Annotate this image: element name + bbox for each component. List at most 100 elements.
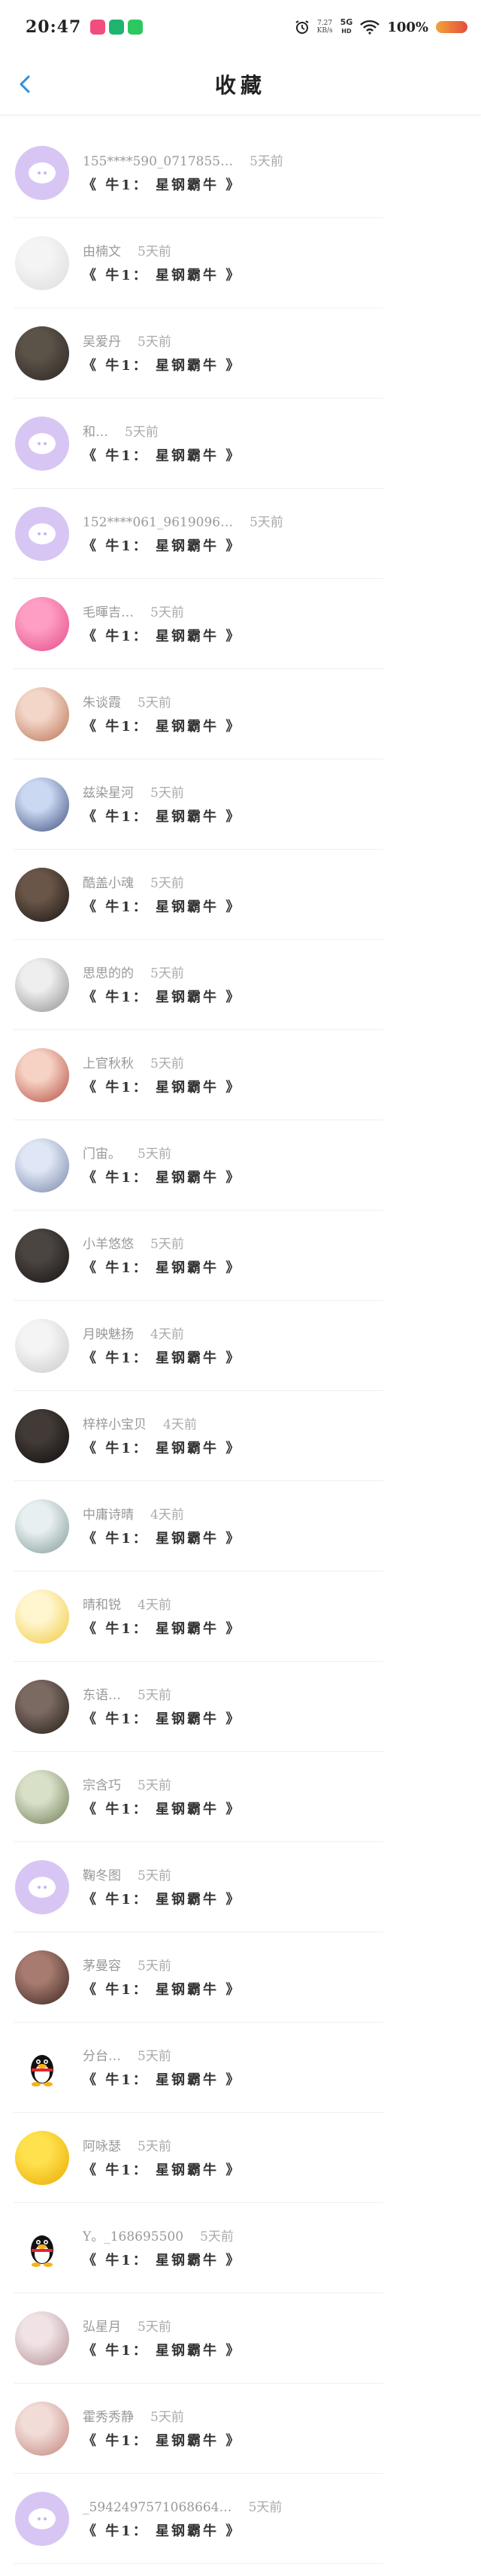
author-name: Y。_168695500 <box>83 2229 184 2244</box>
user-avatar[interactable] <box>15 597 69 651</box>
list-item[interactable]: Y。_168695500 5天前《 牛1： 星钢霸牛 》 <box>14 2203 383 2293</box>
user-avatar[interactable] <box>15 687 69 741</box>
list-item[interactable]: 阿咏瑟 5天前《 牛1： 星钢霸牛 》 <box>14 2113 383 2203</box>
default-avatar-icon[interactable] <box>15 2492 69 2546</box>
user-avatar[interactable] <box>15 958 69 1012</box>
list-item[interactable]: 霍秀秀静 5天前《 牛1： 星钢霸牛 》 <box>14 2384 383 2474</box>
time-ago: 5天前 <box>150 966 184 981</box>
favorite-title[interactable]: 《 牛1： 星钢霸牛 》 <box>83 986 241 1006</box>
author-name: 晴和锐 <box>83 1598 121 1613</box>
list-item[interactable]: 小羊悠悠 5天前《 牛1： 星钢霸牛 》 <box>14 1211 383 1301</box>
phone-notification-icon <box>109 20 125 35</box>
favorite-title[interactable]: 《 牛1： 星钢霸牛 》 <box>83 445 241 465</box>
list-item[interactable]: 梓梓小宝贝 4天前《 牛1： 星钢霸牛 》 <box>14 1391 383 1481</box>
favorite-title[interactable]: 《 牛1： 星钢霸牛 》 <box>83 1167 241 1186</box>
list-item[interactable]: 上官秋秋 5天前《 牛1： 星钢霸牛 》 <box>14 1030 383 1120</box>
list-item[interactable]: 吴爱丹 5天前《 牛1： 星钢霸牛 》 <box>14 308 383 399</box>
list-item[interactable]: 晴和锐 4天前《 牛1： 星钢霸牛 》 <box>14 1571 383 1662</box>
author-name: 中庸诗晴 <box>83 1508 134 1523</box>
time-ago: 5天前 <box>150 786 184 801</box>
user-avatar[interactable] <box>15 326 69 380</box>
user-avatar[interactable] <box>15 1319 69 1373</box>
favorite-title[interactable]: 《 牛1： 星钢霸牛 》 <box>83 1347 241 1367</box>
user-avatar[interactable] <box>15 2402 69 2456</box>
favorite-title[interactable]: 《 牛1： 星钢霸牛 》 <box>83 1528 241 1547</box>
list-item[interactable]: 思思的的 5天前《 牛1： 星钢霸牛 》 <box>14 940 383 1030</box>
author-line: 和… 5天前 <box>83 421 159 440</box>
favorite-title[interactable]: 《 牛1： 星钢霸牛 》 <box>83 1618 241 1638</box>
penguin-avatar-icon[interactable] <box>15 2041 69 2095</box>
user-avatar[interactable] <box>15 1409 69 1463</box>
author-line: 霍秀秀静 5天前 <box>83 2406 184 2425</box>
list-item[interactable]: 鞠冬图 5天前《 牛1： 星钢霸牛 》 <box>14 1842 383 1932</box>
list-item[interactable]: 茅曼容 5天前《 牛1： 星钢霸牛 》 <box>14 1932 383 2023</box>
user-avatar[interactable] <box>15 868 69 922</box>
user-avatar[interactable] <box>15 777 69 832</box>
user-avatar[interactable] <box>15 1048 69 1102</box>
app-notification-icon <box>90 20 106 35</box>
list-item[interactable]: 宗含巧 5天前《 牛1： 星钢霸牛 》 <box>14 1752 383 1842</box>
favorite-title[interactable]: 《 牛1： 星钢霸牛 》 <box>83 1799 241 1818</box>
list-item[interactable]: 分台… 5天前《 牛1： 星钢霸牛 》 <box>14 2023 383 2113</box>
user-avatar[interactable] <box>15 1950 69 2005</box>
favorite-title[interactable]: 《 牛1： 星钢霸牛 》 <box>83 1708 241 1728</box>
user-avatar[interactable] <box>15 236 69 290</box>
author-name: 月映魅扬 <box>83 1327 134 1342</box>
net-speed-unit: KB/s <box>316 27 333 35</box>
list-item[interactable]: 毛暉吉… 5天前《 牛1： 星钢霸牛 》 <box>14 579 383 669</box>
penguin-avatar-icon[interactable] <box>15 2221 69 2275</box>
default-avatar-icon[interactable] <box>15 507 69 561</box>
list-item[interactable]: 东语… 5天前《 牛1： 星钢霸牛 》 <box>14 1662 383 1752</box>
list-item[interactable]: 和… 5天前《 牛1： 星钢霸牛 》 <box>14 399 383 489</box>
user-avatar[interactable] <box>15 1770 69 1824</box>
favorite-title[interactable]: 《 牛1： 星钢霸牛 》 <box>83 896 241 916</box>
user-avatar[interactable] <box>15 1499 69 1553</box>
list-item[interactable]: 由楠文 5天前《 牛1： 星钢霸牛 》 <box>14 218 383 308</box>
user-avatar[interactable] <box>15 1138 69 1193</box>
default-avatar-icon[interactable] <box>15 417 69 471</box>
author-line: 上官秋秋 5天前 <box>83 1053 184 1071</box>
favorite-title[interactable]: 《 牛1： 星钢霸牛 》 <box>83 2520 241 2540</box>
list-item[interactable]: 酷盖小魂 5天前《 牛1： 星钢霸牛 》 <box>14 850 383 940</box>
favorite-title[interactable]: 《 牛1： 星钢霸牛 》 <box>83 716 241 735</box>
favorite-title[interactable]: 《 牛1： 星钢霸牛 》 <box>83 355 241 374</box>
penguin-icon <box>31 2235 53 2267</box>
favorite-title[interactable]: 《 牛1： 星钢霸牛 》 <box>83 806 241 826</box>
favorite-title[interactable]: 《 牛1： 星钢霸牛 》 <box>83 174 241 194</box>
author-name: 东语… <box>83 1688 121 1703</box>
favorite-title[interactable]: 《 牛1： 星钢霸牛 》 <box>83 1077 241 1096</box>
list-item[interactable]: 门宙。 5天前《 牛1： 星钢霸牛 》 <box>14 1120 383 1211</box>
favorite-title[interactable]: 《 牛1： 星钢霸牛 》 <box>83 535 241 555</box>
user-avatar[interactable] <box>15 2311 69 2365</box>
favorite-title[interactable]: 《 牛1： 星钢霸牛 》 <box>83 2340 241 2359</box>
list-item[interactable]: 弘星月 5天前《 牛1： 星钢霸牛 》 <box>14 2293 383 2384</box>
list-item[interactable]: 兹染星河 5天前《 牛1： 星钢霸牛 》 <box>14 759 383 850</box>
favorite-title[interactable]: 《 牛1： 星钢霸牛 》 <box>83 265 241 284</box>
user-avatar[interactable] <box>15 1229 69 1283</box>
list-item[interactable]: 155****590_0717855… 5天前《 牛1： 星钢霸牛 》 <box>14 128 383 218</box>
favorite-title[interactable]: 《 牛1： 星钢霸牛 》 <box>83 626 241 645</box>
favorite-title[interactable]: 《 牛1： 星钢霸牛 》 <box>83 1438 241 1457</box>
favorite-title[interactable]: 《 牛1： 星钢霸牛 》 <box>83 2159 241 2179</box>
user-avatar[interactable] <box>15 1590 69 1644</box>
favorite-title[interactable]: 《 牛1： 星钢霸牛 》 <box>83 2250 241 2269</box>
list-item[interactable]: 月映魅扬 4天前《 牛1： 星钢霸牛 》 <box>14 1301 383 1391</box>
favorite-title[interactable]: 《 牛1： 星钢霸牛 》 <box>83 1979 241 1999</box>
default-avatar-icon[interactable] <box>15 146 69 200</box>
list-item[interactable]: 朱谈霞 5天前《 牛1： 星钢霸牛 》 <box>14 669 383 759</box>
author-line: 梓梓小宝贝 4天前 <box>83 1414 197 1432</box>
author-line: Y。_168695500 5天前 <box>83 2226 234 2244</box>
list-item[interactable]: _5942497571068664… 5天前《 牛1： 星钢霸牛 》 <box>14 2474 383 2564</box>
list-item[interactable]: 中庸诗晴 4天前《 牛1： 星钢霸牛 》 <box>14 1481 383 1571</box>
back-button[interactable] <box>12 71 39 98</box>
time-ago: 5天前 <box>150 876 184 891</box>
list-item[interactable]: 152****061_9619096… 5天前《 牛1： 星钢霸牛 》 <box>14 489 383 579</box>
user-avatar[interactable] <box>15 2131 69 2185</box>
favorite-title[interactable]: 《 牛1： 星钢霸牛 》 <box>83 2069 241 2089</box>
default-avatar-icon[interactable] <box>15 1860 69 1914</box>
user-avatar[interactable] <box>15 1680 69 1734</box>
favorite-title[interactable]: 《 牛1： 星钢霸牛 》 <box>83 1257 241 1277</box>
favorite-title[interactable]: 《 牛1： 星钢霸牛 》 <box>83 2430 241 2450</box>
favorite-title[interactable]: 《 牛1： 星钢霸牛 》 <box>83 1889 241 1908</box>
time-ago: 5天前 <box>125 425 159 440</box>
